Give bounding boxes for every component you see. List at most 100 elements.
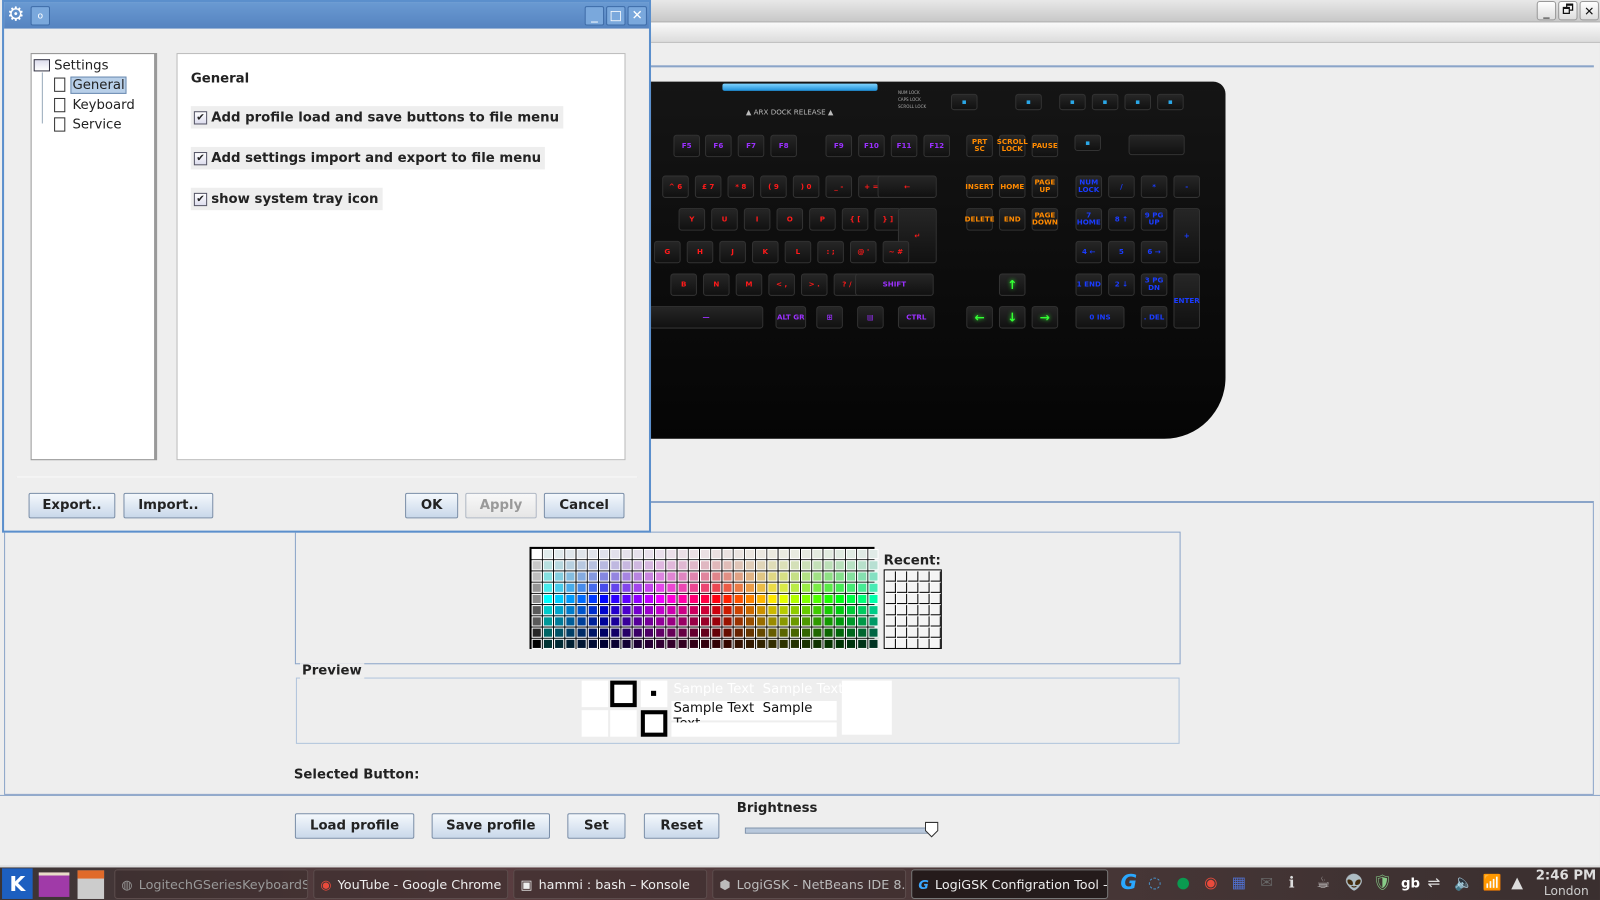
color-swatch[interactable] [711,616,722,627]
media-key[interactable]: ▪ [1074,134,1102,152]
color-swatch[interactable] [823,638,834,649]
color-swatch[interactable] [789,616,800,627]
recent-swatch[interactable] [896,605,908,616]
color-swatch[interactable] [587,571,598,582]
color-swatch[interactable] [778,627,789,638]
color-swatch[interactable] [744,605,756,616]
color-swatch[interactable] [789,627,800,638]
color-swatch[interactable] [767,616,778,627]
tree-item-keyboard[interactable]: Keyboard [54,96,137,114]
color-swatch[interactable] [823,560,834,571]
color-swatch[interactable] [610,582,621,593]
color-swatch[interactable] [744,582,756,593]
color-swatch[interactable] [778,605,789,616]
recent-swatch[interactable] [908,627,919,638]
color-swatch[interactable] [610,638,621,649]
recent-swatch[interactable] [885,593,896,605]
color-swatch[interactable] [744,548,756,560]
color-swatch[interactable] [677,627,688,638]
key[interactable]: O [776,208,804,231]
color-swatch[interactable] [845,582,857,593]
color-swatch[interactable] [711,605,722,616]
color-swatch[interactable] [812,627,823,638]
export-button[interactable]: Export.. [28,492,116,519]
color-swatch[interactable] [542,638,554,649]
color-swatch[interactable] [565,627,576,638]
color-swatch[interactable] [789,582,800,593]
color-swatch[interactable] [756,560,767,571]
color-swatch[interactable] [868,593,879,605]
color-swatch[interactable] [576,548,587,560]
media-key[interactable]: ▪ [1157,93,1184,111]
recent-swatch[interactable] [908,593,919,605]
recent-swatch[interactable] [896,593,908,605]
color-swatch[interactable] [868,627,879,638]
color-swatch[interactable] [834,582,845,593]
color-swatch[interactable] [576,638,587,649]
recent-swatch[interactable] [930,593,941,605]
recent-swatch[interactable] [908,616,919,627]
color-swatch[interactable] [823,627,834,638]
import-button[interactable]: Import.. [123,492,214,519]
key[interactable]: SCROLL LOCK [997,134,1028,158]
key[interactable]: 1 END [1075,273,1103,296]
color-swatch[interactable] [812,548,823,560]
key[interactable]: 5 [1108,240,1135,264]
key[interactable]: U [711,208,738,231]
task-logigsk[interactable]: G LogiGSK Configration Tool - ( [911,869,1109,899]
color-swatch[interactable] [711,582,722,593]
key[interactable]: 3 PG DN [1140,273,1168,296]
color-swatch[interactable] [801,548,812,560]
color-swatch[interactable] [699,605,711,616]
color-swatch[interactable] [868,605,879,616]
purple-app-icon[interactable] [38,872,70,897]
color-swatch[interactable] [711,560,722,571]
color-swatch[interactable] [699,548,711,560]
color-swatch[interactable] [542,560,554,571]
key[interactable]: F9 [825,134,853,158]
color-swatch[interactable] [699,627,711,638]
cancel-button[interactable]: Cancel [543,492,625,519]
gear-icon[interactable]: ⚙ [7,3,24,25]
color-swatch[interactable] [767,593,778,605]
key[interactable]: { [ [841,208,869,231]
key[interactable]: 6 → [1140,240,1168,264]
key[interactable]: ENTER [1173,273,1200,329]
color-swatch[interactable] [643,638,655,649]
color-swatch[interactable] [576,593,587,605]
color-swatch[interactable] [722,560,733,571]
color-swatch[interactable] [655,582,666,593]
logigsk-tray-icon[interactable]: G [1120,869,1137,893]
recent-swatch[interactable] [885,571,896,582]
color-swatch[interactable] [666,605,677,616]
color-swatch[interactable] [565,638,576,649]
recent-swatch[interactable] [908,638,919,649]
maximize-button[interactable]: □ [606,6,626,26]
color-swatch[interactable] [655,593,666,605]
color-swatch[interactable] [711,571,722,582]
key[interactable]: PAGE UP [1031,175,1059,198]
checkbox-icon[interactable]: ✔ [193,192,208,206]
color-swatch[interactable] [643,627,655,638]
volume-wheel[interactable] [1128,134,1185,156]
color-swatch[interactable] [812,605,823,616]
color-swatch[interactable] [857,571,868,582]
color-swatch[interactable] [778,571,789,582]
color-swatch[interactable] [554,638,565,649]
key[interactable]: ↑ [998,273,1026,296]
color-swatch[interactable] [598,616,610,627]
recent-swatch[interactable] [885,616,896,627]
color-swatch[interactable] [688,548,699,560]
color-swatch[interactable] [632,616,643,627]
color-swatch[interactable] [677,616,688,627]
save-profile-button[interactable]: Save profile [431,813,550,839]
color-swatch[interactable] [610,616,621,627]
color-swatch[interactable] [767,582,778,593]
recent-swatch[interactable] [919,571,930,582]
color-swatch[interactable] [767,571,778,582]
color-swatch[interactable] [789,638,800,649]
color-swatch[interactable] [834,605,845,616]
color-swatch[interactable] [834,638,845,649]
color-swatch[interactable] [587,616,598,627]
color-swatch[interactable] [801,571,812,582]
